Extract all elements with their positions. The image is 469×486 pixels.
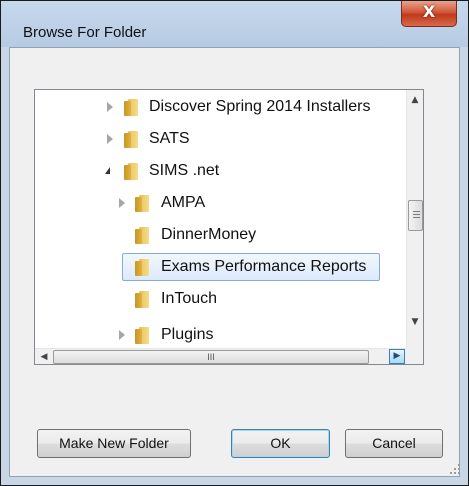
browse-for-folder-dialog: Browse For Folder X Discover Spring 2014… xyxy=(0,0,469,486)
scroll-left-button[interactable]: ◀ xyxy=(36,349,52,364)
expand-arrow-icon[interactable] xyxy=(119,198,125,208)
ok-button[interactable]: OK xyxy=(231,429,330,458)
vertical-scrollbar[interactable]: ▲ ▼ xyxy=(406,90,423,348)
cancel-button[interactable]: Cancel xyxy=(345,429,443,458)
folder-icon xyxy=(135,195,149,212)
expand-arrow-icon[interactable] xyxy=(107,102,113,112)
scroll-down-button[interactable]: ▼ xyxy=(407,314,423,330)
tree-item-label: DinnerMoney xyxy=(161,226,257,243)
folder-icon xyxy=(135,227,149,244)
tree-item-label: AMPA xyxy=(161,194,206,211)
folder-icon xyxy=(124,163,138,180)
collapse-arrow-icon[interactable] xyxy=(105,167,110,174)
folder-icon xyxy=(135,259,149,276)
tree-item[interactable]: Plugins xyxy=(35,322,405,350)
tree-item[interactable]: DinnerMoney xyxy=(35,222,405,250)
tree-item-label: InTouch xyxy=(161,290,218,307)
close-button[interactable]: X xyxy=(401,1,457,27)
folder-icon xyxy=(124,99,138,116)
tree-item[interactable]: AMPA xyxy=(35,190,405,218)
tree-item-selected[interactable]: Exams Performance Reports xyxy=(35,254,405,282)
expand-arrow-icon[interactable] xyxy=(119,330,125,340)
horizontal-scroll-thumb[interactable]: III xyxy=(53,350,369,364)
close-icon: X xyxy=(422,2,436,21)
expand-arrow-icon[interactable] xyxy=(107,134,113,144)
tree-item[interactable]: SATS xyxy=(35,126,405,154)
tree-item[interactable]: SIMS .net xyxy=(35,158,405,186)
folder-icon xyxy=(124,131,138,148)
folder-tree[interactable]: Discover Spring 2014 Installers SATS SIM… xyxy=(34,89,424,365)
make-new-folder-button[interactable]: Make New Folder xyxy=(37,429,191,458)
vertical-scroll-thumb[interactable] xyxy=(408,200,423,231)
tree-item-label: SIMS .net xyxy=(149,162,220,179)
tree-item[interactable]: Discover Spring 2014 Installers xyxy=(35,94,405,122)
scroll-up-button[interactable]: ▲ xyxy=(407,92,423,108)
tree-item-label: Plugins xyxy=(161,326,214,343)
tree-item[interactable]: InTouch xyxy=(35,286,405,314)
scroll-grip: III xyxy=(207,352,215,362)
tree-item-label: Exams Performance Reports xyxy=(161,258,367,275)
scroll-right-button[interactable]: ▶ xyxy=(389,349,405,364)
tree-item-label: SATS xyxy=(149,130,190,147)
dialog-title: Browse For Folder xyxy=(23,24,147,41)
folder-icon xyxy=(135,327,149,344)
horizontal-scrollbar[interactable]: ◀ III xyxy=(35,348,406,364)
tree-item-label: Discover Spring 2014 Installers xyxy=(149,98,371,115)
scrollbar-corner xyxy=(406,348,423,364)
resize-grip-icon[interactable] xyxy=(448,462,462,476)
folder-icon xyxy=(135,291,149,308)
title-bar[interactable]: Browse For Folder X xyxy=(1,1,468,47)
